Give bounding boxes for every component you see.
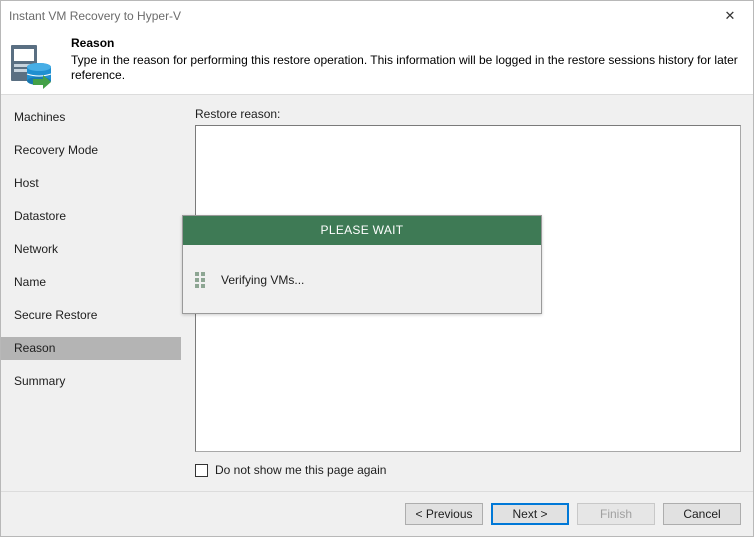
restore-reason-label: Restore reason:	[195, 107, 281, 121]
wizard-steps: Machines Recovery Mode Host Datastore Ne…	[1, 96, 181, 491]
finish-button[interactable]: Finish	[577, 503, 655, 525]
page-description: Type in the reason for performing this r…	[71, 53, 738, 82]
close-icon: ✕	[724, 8, 736, 23]
step-network[interactable]: Network	[1, 238, 181, 261]
wait-status: Verifying VMs...	[195, 272, 304, 288]
do-not-show-checkbox[interactable]	[195, 463, 208, 477]
step-name[interactable]: Name	[1, 271, 181, 294]
wait-message: Verifying VMs...	[221, 273, 305, 287]
please-wait-title: PLEASE WAIT	[183, 216, 541, 245]
title-bar: Instant VM Recovery to Hyper-V ✕	[1, 1, 753, 31]
page-title: Reason	[71, 36, 115, 50]
page-header: Reason Type in the reason for performing…	[1, 31, 753, 95]
button-bar: < Previous Next > Finish Cancel	[1, 491, 753, 536]
step-recovery-mode[interactable]: Recovery Mode	[1, 139, 181, 162]
window-title: Instant VM Recovery to Hyper-V	[9, 9, 182, 23]
wizard-window: Instant VM Recovery to Hyper-V ✕ Reason …	[0, 0, 754, 537]
progress-spinner-icon	[195, 272, 211, 288]
do-not-show-label: Do not show me this page again	[215, 463, 387, 477]
previous-button[interactable]: < Previous	[405, 503, 483, 525]
step-reason[interactable]: Reason	[1, 337, 181, 360]
step-datastore[interactable]: Datastore	[1, 205, 181, 228]
step-secure-restore[interactable]: Secure Restore	[1, 304, 181, 327]
close-button[interactable]: ✕	[707, 1, 753, 31]
cancel-button[interactable]: Cancel	[663, 503, 741, 525]
step-summary[interactable]: Summary	[1, 370, 181, 393]
do-not-show-checkbox-row[interactable]: Do not show me this page again	[195, 462, 386, 478]
please-wait-dialog: PLEASE WAIT Verifying VMs...	[182, 215, 542, 314]
restore-database-icon	[11, 45, 52, 89]
next-button[interactable]: Next >	[491, 503, 569, 525]
step-host[interactable]: Host	[1, 172, 181, 195]
step-machines[interactable]: Machines	[1, 106, 181, 129]
